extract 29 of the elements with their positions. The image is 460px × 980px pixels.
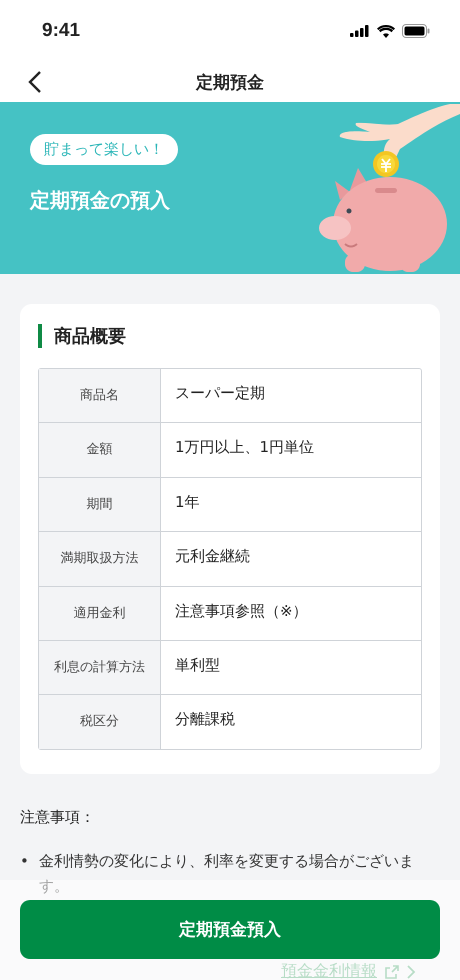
table-header-cell: 商品名 <box>39 369 161 422</box>
tagline-badge: 貯まって楽しい！ <box>30 134 178 165</box>
page-title: 定期預金 <box>196 72 264 94</box>
status-time: 9:41 <box>42 20 80 42</box>
bullet: • <box>20 850 29 872</box>
wifi-icon <box>377 24 395 38</box>
table-cell-text: 元利金継続 <box>174 546 251 568</box>
chevron-right-icon <box>407 964 416 978</box>
table-header-cell: 利息の計算方法 <box>39 640 161 694</box>
table-cell-text: スーパー定期 <box>174 383 266 404</box>
table-header-cell: 期間 <box>39 478 161 532</box>
note-item: 金利情勢の変化により、利率を変更する場合がございます。 <box>38 850 415 898</box>
notes-heading: 注意事項： <box>20 808 96 827</box>
battery-icon <box>402 24 430 38</box>
table-header-cell: 満期取扱方法 <box>39 532 161 586</box>
external-link-icon <box>385 964 399 978</box>
deposit-button[interactable]: 定期預金預入 <box>20 900 440 959</box>
table-header-cell: 適用金利 <box>39 586 161 640</box>
table-cell-text: 分離課税 <box>174 709 236 730</box>
signal-icon <box>350 25 370 37</box>
table-cell-text: 単利型 <box>174 654 221 676</box>
table-cell-text: 1年 <box>174 492 201 513</box>
table-cell-text: 1万円以上、1円単位 <box>174 437 316 458</box>
table-header-cell: 金額 <box>39 423 161 477</box>
banner-title: 定期預金の預入 <box>30 187 170 214</box>
table-cell-text: 注意事項参照（※） <box>174 600 309 622</box>
back-icon[interactable] <box>28 71 42 93</box>
table-header-cell: 税区分 <box>39 695 161 749</box>
section-heading: 商品概要 <box>54 326 126 347</box>
